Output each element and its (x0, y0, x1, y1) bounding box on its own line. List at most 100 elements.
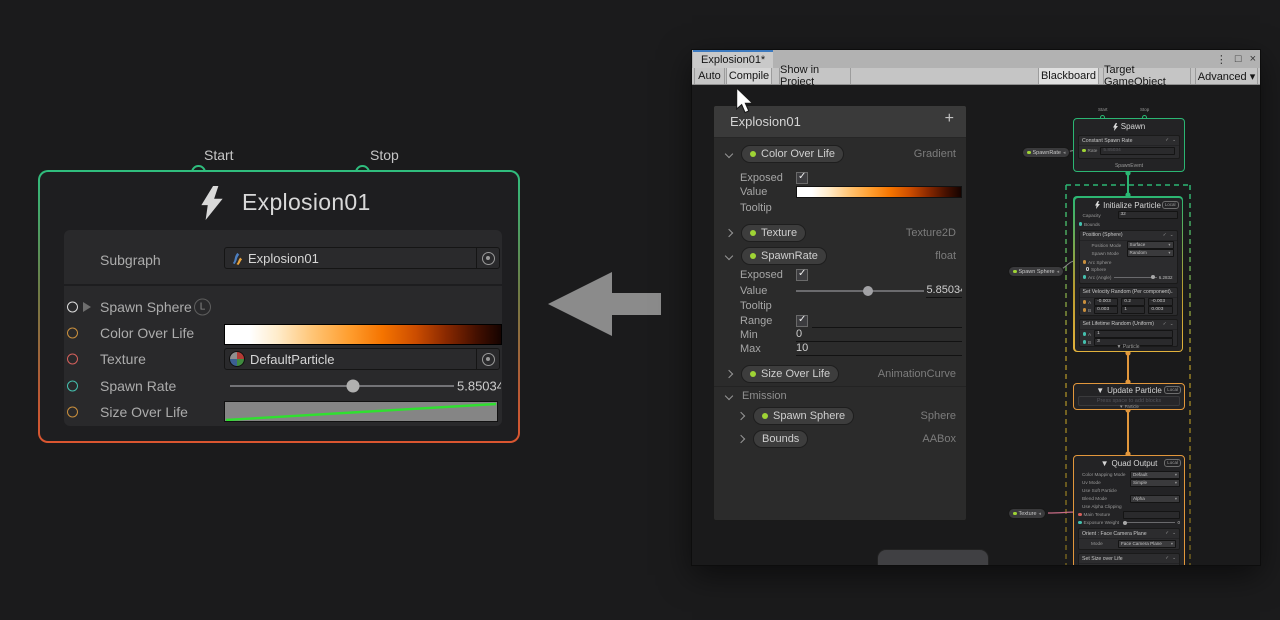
window-close-icon[interactable]: × (1250, 53, 1256, 65)
max-field[interactable]: 10 (796, 342, 962, 356)
blackboard-button[interactable]: Blackboard (1038, 68, 1099, 84)
y-field[interactable]: 1 (1121, 306, 1145, 314)
size-over-life-port[interactable] (67, 407, 78, 418)
a-port[interactable] (1083, 300, 1087, 304)
slider-handle[interactable] (347, 380, 360, 393)
param-bounds[interactable]: Bounds AABox (714, 429, 966, 449)
spawnrate-parameter-node[interactable]: SpawnRate◂ (1022, 147, 1070, 158)
target-gameobject-button[interactable]: Target GameObject (1103, 68, 1191, 84)
sample-mode-dropdown[interactable]: Over Life (1124, 565, 1176, 566)
position-mode-dropdown[interactable]: Surface (1127, 241, 1174, 249)
exposure-slider[interactable] (1123, 522, 1176, 523)
exposure-weight-port[interactable] (1078, 521, 1082, 525)
velocity-random-block[interactable]: Set Velocity Random (Per component) A -0… (1079, 287, 1178, 316)
capacity-field[interactable]: 32 (1118, 211, 1178, 219)
y-field[interactable]: 0.2 (1121, 298, 1145, 306)
param-pill[interactable]: Size Over Life (741, 365, 839, 383)
texture-port[interactable] (67, 354, 78, 365)
slider-handle[interactable] (863, 286, 873, 296)
blackboard-panel[interactable]: Explosion01 + Color Over Life Gradient E… (714, 106, 966, 520)
sphere-port[interactable] (1086, 267, 1090, 271)
arc-port[interactable] (1083, 275, 1087, 279)
x-field[interactable]: 0.003 (1094, 306, 1118, 314)
min-field[interactable]: 0 (796, 328, 962, 342)
x-field[interactable]: -0.003 (1094, 298, 1118, 306)
chevron-right-icon[interactable] (725, 370, 733, 378)
a-port[interactable] (1083, 332, 1087, 336)
exposed-checkbox[interactable] (796, 269, 808, 281)
subgraph-object-field[interactable]: Explosion01 (224, 247, 500, 269)
space-badge[interactable]: Local (1162, 201, 1179, 209)
z-field[interactable]: 0.003 (1148, 306, 1172, 314)
mode-dropdown[interactable]: Face Camera Plane (1118, 540, 1176, 548)
uv-mode-dropdown[interactable]: Simple (1130, 479, 1180, 487)
window-menu-icon[interactable]: ⋮ (1216, 53, 1227, 66)
gradient-field[interactable] (224, 324, 502, 345)
spawn-node[interactable]: Spawn Constant Spawn Rate Rate 5.85034 S… (1073, 118, 1185, 172)
arc-sphere-port[interactable] (1083, 260, 1087, 264)
particle-output[interactable]: ▼ Particle (1075, 344, 1182, 350)
chevron-down-icon[interactable] (725, 252, 733, 260)
chevron-right-icon[interactable] (737, 435, 745, 443)
range-checkbox[interactable] (796, 315, 808, 327)
quad-output-node[interactable]: ▼ Quad Output Local Color Mapping Mode D… (1073, 455, 1185, 565)
spawn-rate-port[interactable] (67, 381, 78, 392)
value-slider[interactable] (796, 290, 924, 292)
param-color-over-life[interactable]: Color Over Life Gradient (714, 144, 966, 164)
exposure-value[interactable]: 0 (1177, 520, 1180, 525)
param-pill[interactable]: Color Over Life (741, 145, 844, 163)
param-pill[interactable]: Spawn Sphere (753, 407, 854, 425)
param-pill[interactable]: Texture (741, 224, 806, 242)
blend-mode-dropdown[interactable]: Alpha (1130, 495, 1180, 503)
chevron-right-icon[interactable] (725, 229, 733, 237)
main-texture-port[interactable] (1078, 513, 1082, 517)
param-texture[interactable]: Texture Texture2D (714, 223, 966, 243)
rate-port[interactable] (1082, 149, 1086, 153)
spawn-rate-slider[interactable] (230, 385, 454, 387)
chevron-down-icon[interactable] (725, 150, 733, 158)
object-picker[interactable] (476, 349, 499, 369)
expand-triangle-icon[interactable] (83, 302, 91, 312)
param-pill[interactable]: Bounds (753, 430, 808, 448)
spawn-mode-dropdown[interactable]: Random (1127, 249, 1174, 257)
color-over-life-port[interactable] (67, 328, 78, 339)
object-picker[interactable] (476, 248, 499, 268)
initialize-particle-node[interactable]: Initialize Particle Local Capacity 32 Bo… (1073, 196, 1183, 352)
space-badge[interactable]: Local (1164, 386, 1181, 394)
lifetime-random-block[interactable]: Set Lifetime Random (Uniform) A 1 B 3 (1079, 319, 1178, 347)
particle-output[interactable]: ▼ Particle (1074, 404, 1184, 409)
orient-block[interactable]: Orient : Face Camera Plane Mode Face Cam… (1078, 528, 1180, 550)
b-port[interactable] (1083, 308, 1087, 312)
param-size-over-life[interactable]: Size Over Life AnimationCurve (714, 364, 966, 384)
category-emission[interactable]: Emission (714, 388, 966, 404)
param-pill[interactable]: SpawnRate (741, 247, 827, 265)
show-in-project-button[interactable]: Show in Project (779, 68, 851, 84)
slider-handle[interactable] (1123, 521, 1127, 525)
chevron-down-icon[interactable] (725, 392, 733, 400)
tab-explosion01[interactable]: Explosion01* (693, 50, 773, 68)
add-parameter-button[interactable]: + (945, 110, 954, 128)
texture-object-field[interactable]: DefaultParticle (224, 348, 500, 370)
main-texture-field[interactable] (1123, 511, 1181, 519)
auto-button[interactable]: Auto (694, 68, 725, 84)
z-field[interactable]: -0.003 (1148, 298, 1172, 306)
param-spawn-sphere[interactable]: Spawn Sphere Sphere (714, 406, 966, 426)
arc-value[interactable]: 6.2832 (1159, 275, 1173, 280)
constant-spawn-rate-block[interactable]: Constant Spawn Rate Rate 5.85034 (1078, 135, 1180, 159)
update-particle-node[interactable]: ▼ Update Particle Local Press space to a… (1073, 383, 1185, 410)
texture-parameter-node[interactable]: Texture◂ (1008, 508, 1046, 519)
compile-button[interactable]: Compile (726, 68, 772, 84)
slider-handle[interactable] (1151, 275, 1155, 279)
rate-value-field[interactable]: 5.85034 (1100, 147, 1175, 155)
value-field[interactable]: 5.85034 (926, 284, 962, 298)
param-spawnrate[interactable]: SpawnRate float (714, 246, 966, 266)
spawn-rate-value[interactable]: 5.85034 (457, 379, 501, 394)
color-mapping-dropdown[interactable]: Default (1130, 471, 1180, 479)
render-badge[interactable]: Local (1164, 459, 1181, 467)
arc-slider[interactable] (1114, 277, 1156, 278)
spawn-event-output[interactable]: SpawnEvent (1074, 163, 1184, 169)
gradient-value-field[interactable] (796, 186, 962, 198)
advanced-dropdown[interactable]: Advanced ▾ (1195, 68, 1258, 84)
spawnsphere-parameter-node[interactable]: Spawn Sphere◂ (1008, 266, 1064, 277)
spawn-sphere-port[interactable] (67, 302, 78, 313)
